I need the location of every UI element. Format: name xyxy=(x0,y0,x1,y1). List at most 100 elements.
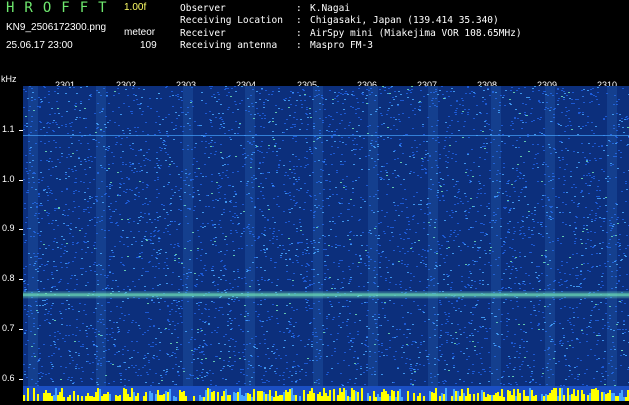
signal-bar-column xyxy=(365,397,367,401)
signal-bar-column xyxy=(279,395,281,401)
signal-bar-column xyxy=(89,396,91,401)
signal-bar-column xyxy=(57,395,59,401)
signal-bar-column xyxy=(461,389,463,401)
signal-bar-column xyxy=(621,390,623,401)
signal-bar-column xyxy=(297,390,299,401)
signal-bar-column xyxy=(153,396,155,401)
interference-stripe xyxy=(183,86,193,386)
signal-bar-column xyxy=(321,396,323,401)
interference-stripe xyxy=(607,86,617,386)
signal-bar-column xyxy=(157,390,159,401)
signal-bar-column xyxy=(197,395,199,401)
signal-bar-column xyxy=(123,388,125,401)
signal-bar-column xyxy=(531,390,533,401)
signal-bar-column xyxy=(77,395,79,401)
signal-bar-column xyxy=(567,388,569,401)
signal-bar-column xyxy=(303,390,305,401)
signal-bar-column xyxy=(379,397,381,401)
signal-bar-column xyxy=(277,396,279,401)
signal-bar-column xyxy=(291,388,293,401)
signal-bar-column xyxy=(625,397,627,401)
signal-bar-column xyxy=(553,388,555,401)
app-brand: HROFFT xyxy=(6,0,117,16)
signal-bar-column xyxy=(61,388,63,401)
signal-bar-column xyxy=(481,390,483,401)
signal-bar-column xyxy=(229,395,231,401)
signal-bar-column xyxy=(417,396,419,401)
signal-bar-column xyxy=(349,397,351,401)
signal-bar-column xyxy=(491,395,493,401)
signal-bar-column xyxy=(175,397,177,401)
signal-bar-column xyxy=(191,397,193,401)
signal-bar-column xyxy=(29,396,31,401)
signal-bar-column xyxy=(209,389,211,401)
signal-bar-column xyxy=(597,390,599,401)
signal-bar-column xyxy=(581,390,583,401)
signal-bar-column xyxy=(115,395,117,401)
signal-bar-column xyxy=(113,390,115,401)
signal-bar-column xyxy=(399,389,401,401)
signal-bar-column xyxy=(333,389,335,401)
signal-bar-column xyxy=(517,389,519,401)
signal-strength-bar xyxy=(23,386,629,401)
file-name: KN9_2506172300.png xyxy=(6,22,107,33)
signal-bar-column xyxy=(505,395,507,401)
signal-bar-column xyxy=(179,390,181,401)
signal-bar-column xyxy=(337,395,339,401)
signal-bar-column xyxy=(371,397,373,401)
signal-bar-column xyxy=(185,396,187,401)
signal-bar-column xyxy=(565,396,567,401)
info-row-receiver: Receiver: AirSpy mini (Miakejima VOR 108.… xyxy=(180,27,522,39)
info-row-antenna: Receiving antenna: Maspro FM-3 xyxy=(180,39,373,51)
signal-bar-column xyxy=(425,395,427,401)
signal-bar-column xyxy=(329,390,331,401)
signal-bar-column xyxy=(311,388,313,401)
signal-bar-column xyxy=(97,388,99,401)
signal-bar-column xyxy=(147,389,149,401)
signal-bar-column xyxy=(539,396,541,401)
signal-bar-column xyxy=(25,388,27,401)
signal-bar-column xyxy=(415,397,417,401)
signal-bar-column xyxy=(475,397,477,401)
signal-bar-column xyxy=(253,389,255,401)
signal-bar-column xyxy=(251,397,253,401)
signal-bar-column xyxy=(465,396,467,401)
carrier-line xyxy=(23,293,629,297)
interference-stripe xyxy=(428,86,438,386)
signal-bar-column xyxy=(79,396,81,401)
signal-bar-column xyxy=(359,397,361,401)
signal-bar-column xyxy=(101,396,103,401)
signal-bar-column xyxy=(511,395,513,401)
signal-bar-column xyxy=(243,396,245,401)
signal-bar-column xyxy=(273,397,275,401)
signal-bar-column xyxy=(503,397,505,401)
signal-bar-column xyxy=(171,397,173,401)
signal-bar-column xyxy=(591,389,593,401)
signal-bar-column xyxy=(169,389,171,401)
signal-bar-column xyxy=(451,396,453,401)
detection-mode: meteor xyxy=(124,27,156,38)
signal-bar-column xyxy=(93,397,95,401)
interference-stripe xyxy=(28,86,38,386)
signal-bar-column xyxy=(85,396,87,401)
hrofft-window: HROFFT 1.00f KN9_2506172300.png meteor 2… xyxy=(0,0,629,401)
signal-bar-column xyxy=(547,395,549,401)
signal-bar-column xyxy=(227,395,229,401)
signal-bar-column xyxy=(221,396,223,401)
signal-bar-column xyxy=(513,389,515,401)
signal-bar-column xyxy=(31,390,33,401)
signal-bar-column xyxy=(305,389,307,401)
signal-bar-column xyxy=(193,396,195,401)
signal-bar-column xyxy=(499,396,501,401)
signal-bar-column xyxy=(449,388,451,401)
signal-bar-column xyxy=(53,395,55,401)
y-tick-label: 1.1 xyxy=(2,124,15,134)
signal-bar-column xyxy=(117,396,119,401)
signal-bar-column xyxy=(507,390,509,401)
signal-bar-column xyxy=(467,388,469,401)
signal-bar-column xyxy=(445,388,447,401)
signal-bar-column xyxy=(403,396,405,401)
signal-bar-column xyxy=(435,388,437,401)
interference-stripe xyxy=(491,86,501,386)
signal-bar-column xyxy=(41,390,43,401)
